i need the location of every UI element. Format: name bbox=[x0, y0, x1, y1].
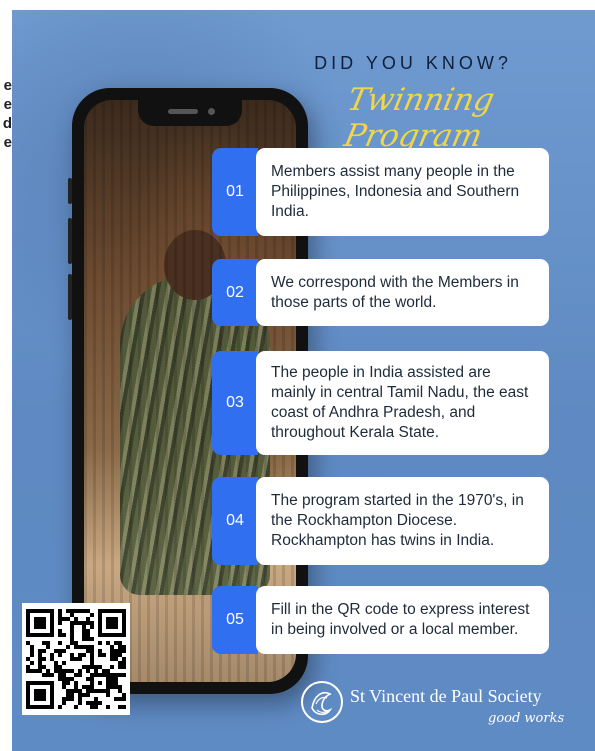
org-logo: St Vincent de Paul Society good works bbox=[300, 678, 564, 738]
qr-code-icon[interactable] bbox=[22, 603, 130, 715]
fact-card-3: 03 The people in India assisted are main… bbox=[212, 351, 549, 455]
edge-letter: e bbox=[3, 96, 12, 113]
fact-card-5: 05 Fill in the QR code to express intere… bbox=[212, 586, 549, 654]
edge-letter: e bbox=[3, 77, 12, 94]
speaker-icon bbox=[168, 109, 198, 114]
phone-notch bbox=[138, 100, 242, 126]
qr-code-graphic bbox=[26, 609, 126, 709]
fact-card-4: 04 The program started in the 1970's, in… bbox=[212, 477, 549, 565]
fact-text: The people in India assisted are mainly … bbox=[256, 351, 549, 455]
fact-text: Fill in the QR code to express interest … bbox=[256, 586, 549, 654]
edge-letter: e bbox=[3, 134, 12, 151]
org-name: St Vincent de Paul Society bbox=[350, 686, 542, 706]
fact-text: The program started in the 1970's, in th… bbox=[256, 477, 549, 565]
org-tagline: good works bbox=[488, 711, 565, 726]
fact-card-2: 02 We correspond with the Members in tho… bbox=[212, 259, 549, 326]
fact-number: 03 bbox=[212, 351, 258, 455]
fact-text: We correspond with the Members in those … bbox=[256, 259, 549, 326]
fact-card-1: 01 Members assist many people in the Phi… bbox=[212, 148, 549, 236]
camera-icon bbox=[208, 108, 215, 115]
fact-number: 01 bbox=[212, 148, 258, 236]
phone-side-button bbox=[68, 178, 72, 204]
fact-text: Members assist many people in the Philip… bbox=[256, 148, 549, 236]
program-title: Twinning Program bbox=[340, 82, 498, 154]
fact-number: 02 bbox=[212, 259, 258, 326]
phone-side-button bbox=[68, 218, 72, 264]
fact-number: 05 bbox=[212, 586, 258, 654]
cropped-edge-text: e e d e bbox=[0, 76, 12, 152]
edge-letter: d bbox=[2, 115, 12, 132]
did-you-know-heading: DID YOU KNOW? bbox=[314, 53, 512, 73]
svdp-emblem-icon bbox=[301, 681, 343, 723]
phone-side-button bbox=[68, 274, 72, 320]
fact-number: 04 bbox=[212, 477, 258, 565]
